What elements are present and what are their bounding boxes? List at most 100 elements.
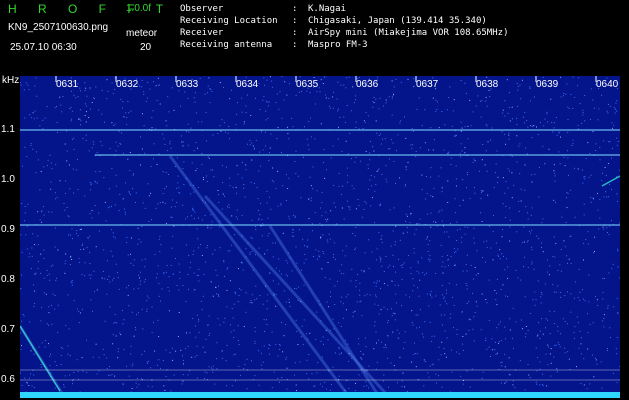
noise-dot <box>401 386 403 388</box>
noise-dot <box>286 94 288 96</box>
noise-dot <box>141 308 143 310</box>
noise-dot <box>78 322 80 324</box>
noise-dot <box>586 388 588 390</box>
noise-dot <box>473 242 475 244</box>
noise-dot <box>165 375 167 377</box>
noise-dot <box>611 122 613 124</box>
noise-dot <box>374 222 376 224</box>
noise-dot <box>33 387 35 389</box>
noise-dot <box>202 295 204 297</box>
noise-dot <box>271 387 273 389</box>
noise-dot <box>201 164 203 165</box>
noise-dot <box>70 120 72 122</box>
noise-dot <box>160 300 161 302</box>
noise-dot <box>545 353 547 355</box>
noise-dot <box>430 195 432 197</box>
noise-dot <box>146 308 148 310</box>
noise-dot <box>269 76 271 78</box>
noise-dot <box>453 99 455 101</box>
noise-dot <box>606 227 608 229</box>
noise-dot <box>272 256 274 258</box>
noise-dot <box>428 376 430 378</box>
noise-dot <box>327 262 329 263</box>
noise-dot <box>303 262 305 264</box>
noise-dot <box>159 367 161 369</box>
noise-dot <box>329 107 331 109</box>
noise-dot <box>598 108 600 110</box>
meteor-count: 20 <box>140 42 152 53</box>
noise-dot <box>182 380 184 382</box>
noise-dot <box>29 321 31 323</box>
noise-dot <box>197 238 199 240</box>
noise-dot <box>587 243 589 245</box>
noise-dot <box>295 150 297 152</box>
noise-dot <box>327 339 329 341</box>
noise-dot <box>243 368 245 370</box>
noise-dot <box>415 366 417 368</box>
noise-dot <box>374 303 376 305</box>
noise-dot <box>455 185 457 187</box>
noise-dot <box>352 86 354 88</box>
noise-dot <box>101 145 103 147</box>
noise-dot <box>68 234 70 236</box>
noise-dot <box>524 336 526 338</box>
noise-dot <box>566 197 568 199</box>
noise-dot <box>597 119 599 121</box>
noise-dot <box>224 195 225 197</box>
noise-dot <box>608 141 610 143</box>
noise-dot <box>480 212 482 214</box>
noise-dot <box>546 113 548 115</box>
noise-dot <box>218 194 220 196</box>
noise-dot <box>126 117 128 118</box>
noise-dot <box>301 269 302 271</box>
noise-dot <box>392 312 394 314</box>
noise-dot <box>495 341 496 343</box>
noise-dot <box>486 76 488 78</box>
noise-dot <box>503 255 504 257</box>
noise-dot <box>606 348 608 349</box>
noise-dot <box>520 319 522 321</box>
noise-dot <box>608 163 610 165</box>
noise-dot <box>413 247 415 249</box>
noise-dot <box>301 325 303 327</box>
noise-dot <box>129 152 131 153</box>
noise-dot <box>371 251 373 253</box>
noise-dot <box>36 151 37 153</box>
noise-dot <box>231 385 233 387</box>
noise-dot <box>375 184 377 186</box>
noise-dot <box>377 304 379 306</box>
noise-dot <box>536 383 538 385</box>
noise-dot <box>312 166 314 168</box>
noise-dot <box>578 128 580 130</box>
noise-dot <box>158 153 160 155</box>
info-colon: : <box>292 28 298 38</box>
noise-dot <box>338 322 340 324</box>
noise-dot <box>291 270 293 272</box>
noise-dot <box>340 352 342 354</box>
noise-dot <box>416 270 418 272</box>
noise-dot <box>537 357 539 358</box>
noise-dot <box>559 264 561 266</box>
noise-dot <box>473 316 475 318</box>
noise-dot <box>114 123 116 125</box>
noise-dot <box>135 327 137 328</box>
noise-dot <box>583 358 585 360</box>
noise-dot <box>423 385 425 387</box>
noise-dot <box>232 317 234 319</box>
noise-dot <box>156 99 158 101</box>
noise-dot <box>255 226 257 228</box>
noise-dot <box>238 344 240 345</box>
noise-dot <box>267 294 269 296</box>
noise-dot <box>527 330 529 331</box>
noise-dot <box>465 333 467 335</box>
noise-dot <box>466 270 468 272</box>
noise-dot <box>546 111 548 113</box>
noise-dot <box>95 171 97 173</box>
noise-dot <box>553 127 555 129</box>
noise-dot <box>558 132 560 134</box>
noise-dot <box>113 322 115 324</box>
noise-dot <box>406 215 408 217</box>
noise-dot <box>500 340 502 342</box>
noise-dot <box>602 320 604 322</box>
noise-dot <box>387 320 389 321</box>
